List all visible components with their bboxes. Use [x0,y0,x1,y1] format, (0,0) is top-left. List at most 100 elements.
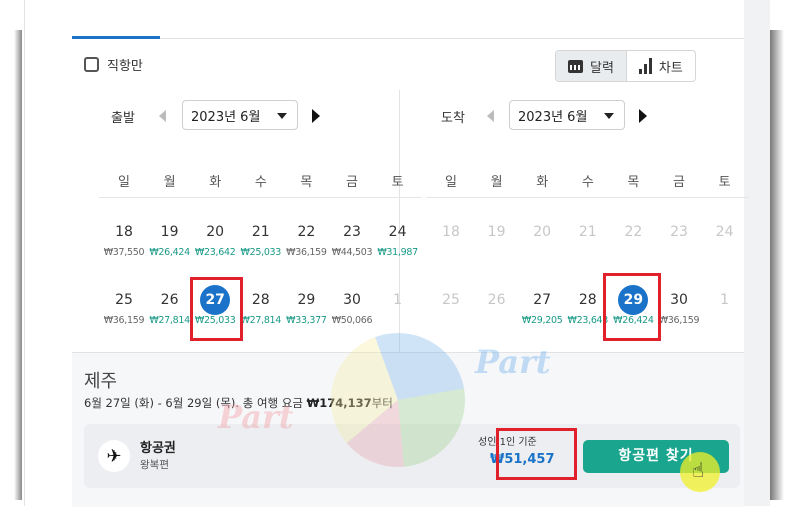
arrival-weekday: 수 [581,175,594,190]
arrival-day-cell: 19 [474,222,520,242]
active-tab-indicator [72,36,160,39]
departure-weekday: 목 [300,175,313,190]
arrival-day-number: 27 [533,292,552,308]
destination-title: 제주 [84,371,118,392]
arrival-weekday: 일 [445,175,457,190]
departure-day-number: 26 [160,292,179,308]
arrival-day-cell: 26 [474,290,520,310]
departure-day-cell[interactable]: 29 ₩33,377 [283,290,329,326]
arrival-day-number: 30 [670,292,688,308]
departure-day-cell[interactable]: 25 ₩36,159 [101,290,147,326]
departure-day-number: 21 [251,224,270,240]
arrival-day-number: 23 [670,224,688,240]
arrival-day-number: 21 [578,224,597,240]
departure-day-price: ₩27,814 [149,315,190,326]
arrival-header-divider [426,197,750,198]
departure-prev-month-icon[interactable] [159,110,166,122]
arrival-day-number: 25 [442,292,460,308]
departure-day-number: 19 [160,224,179,240]
direct-only-filter[interactable]: 직항만 [84,55,143,74]
arrival-weekday: 월 [490,175,503,190]
departure-day-cell[interactable]: 20 ₩23,642 [192,222,238,258]
departure-month-value: 2023년 6월 [191,109,261,125]
arrival-day-number: 26 [487,292,506,308]
arrival-weekday: 목 [627,175,640,190]
departure-day-price: ₩37,550 [103,247,145,258]
arrival-prev-month-icon[interactable] [487,110,494,122]
departure-month-select[interactable]: 2023년 6월 [182,100,298,130]
departure-weekday: 금 [346,175,358,190]
arrival-label: 도착 [441,111,465,126]
arrival-day-cell: 21 [565,222,611,242]
fare-highlight [496,428,577,480]
arrival-next-month-icon[interactable] [639,109,647,123]
selected-departure-highlight [190,277,243,341]
departure-day-cell[interactable]: 19 ₩26,424 [147,222,193,258]
departure-day-number: 18 [115,224,133,240]
watermark-pie-graphic [331,333,465,467]
arrival-day-cell: 24 [702,222,748,242]
departure-day-cell[interactable]: 21 ₩25,033 [238,222,284,258]
calendar-icon [568,59,583,73]
departure-day-cell[interactable]: 26 ₩27,814 [147,290,193,326]
departure-header-divider [99,197,423,198]
departure-day-cell[interactable]: 18 ₩37,550 [101,222,147,258]
arrival-day-cell: 22 [610,222,656,242]
departure-weekday: 월 [163,175,176,190]
departure-day-cell[interactable]: 28 ₩27,814 [238,290,284,326]
departure-next-month-icon[interactable] [312,109,320,123]
departure-day-cell[interactable]: 22 ₩36,159 [283,222,329,258]
departure-day-cell[interactable]: 23 ₩44,503 [329,222,375,258]
ticket-subtitle: 왕복편 [140,459,169,471]
arrival-day-cell: 20 [519,222,565,242]
arrival-day-price: ₩36,159 [658,315,700,326]
ticket-title: 항공권 [140,441,176,456]
departure-day-price: ₩36,159 [103,315,145,326]
direct-only-label: 직항만 [107,59,143,74]
departure-day-price: ₩23,642 [194,247,236,258]
calendar-divider [399,90,400,352]
arrival-month-value: 2023년 6월 [518,109,588,125]
departure-day-price: ₩25,033 [240,247,282,258]
chart-view-label: 차트 [658,60,683,76]
tab-divider [72,38,744,39]
departure-day-number: 1 [393,292,403,308]
arrival-day-price: ₩29,205 [521,315,563,326]
chevron-down-icon [277,113,287,119]
scroll-gutter[interactable] [744,0,770,506]
departure-day-number: 28 [251,292,270,308]
frame-shadow-right [770,30,784,500]
departure-day-price: ₩26,424 [149,247,190,258]
departure-day-number: 22 [297,224,316,240]
departure-label: 출발 [111,111,135,126]
departure-day-price: ₩27,814 [240,315,282,326]
arrival-weekday: 토 [718,175,731,190]
departure-day-number: 29 [297,292,316,308]
departure-day-number: 30 [343,292,361,308]
arrival-day-cell: 23 [656,222,702,242]
departure-day-price: ₩50,066 [331,315,373,326]
arrival-day-cell: 25 [428,290,474,310]
arrival-day-cell: 18 [428,222,474,242]
departure-weekday: 일 [118,175,130,190]
arrival-day-cell[interactable]: 27 ₩29,205 [519,290,565,326]
departure-day-number: 20 [206,224,225,240]
watermark-text: Part [218,398,294,436]
arrival-day-number: 20 [533,224,552,240]
calendar-view-label: 달력 [590,60,614,76]
departure-day-cell[interactable]: 30 ₩50,066 [329,290,375,326]
arrival-day-cell[interactable]: 30 ₩36,159 [656,290,702,326]
chevron-down-icon [604,113,614,119]
calendar-view-button[interactable]: 달력 [556,51,627,81]
selected-arrival-highlight [603,273,661,341]
direct-only-checkbox[interactable] [84,57,99,72]
departure-day-cell[interactable]: 24 ₩31,987 [375,222,421,258]
departure-day-number: 24 [388,224,407,240]
departure-weekday: 화 [209,175,222,190]
departure-day-price: ₩36,159 [286,247,327,258]
arrival-day-number: 1 [720,292,730,308]
arrival-day-number: 22 [624,224,643,240]
arrival-month-select[interactable]: 2023년 6월 [509,100,625,130]
chart-view-button[interactable]: 차트 [627,51,695,81]
frame-shadow-left [14,30,22,500]
